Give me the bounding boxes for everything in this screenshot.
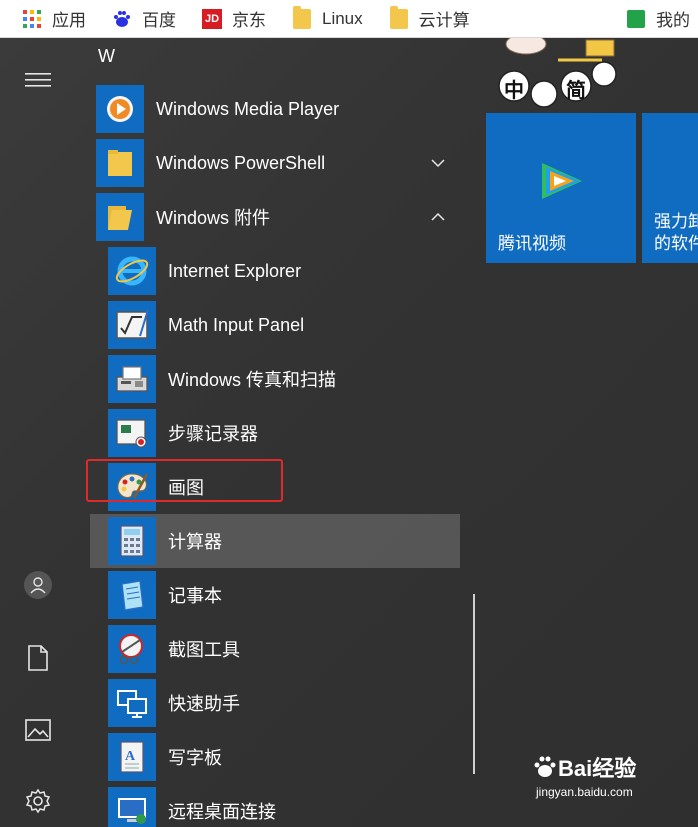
apps-grid-icon — [22, 9, 42, 29]
app-label: 截图工具 — [168, 640, 240, 660]
user-avatar-icon — [24, 571, 52, 599]
app-label: Internet Explorer — [168, 260, 302, 281]
app-label: Math Input Panel — [168, 314, 305, 335]
quick-assist-icon — [108, 679, 156, 727]
chevron-up-icon[interactable] — [428, 207, 448, 227]
app-steps-recorder[interactable]: 步骤记录器 — [90, 406, 460, 460]
app-label: 步骤记录器 — [168, 424, 258, 444]
app-windows-accessories[interactable]: Windows 附件 — [90, 190, 460, 244]
app-label: 快速助手 — [168, 694, 240, 714]
folder-icon — [293, 5, 311, 29]
steps-recorder-icon — [108, 409, 156, 457]
app-label: 记事本 — [168, 586, 222, 606]
start-rail — [0, 38, 76, 827]
hamburger-menu-button[interactable] — [18, 60, 58, 100]
chevron-down-icon[interactable] — [428, 153, 448, 173]
bookmark-baidu[interactable]: 百度 — [112, 0, 176, 38]
app-label: Windows 传真和扫描 — [168, 370, 337, 390]
app-label: Windows 附件 — [156, 208, 271, 228]
app-label: 远程桌面连接 — [168, 802, 276, 822]
bookmark-label: 云计算 — [418, 11, 470, 30]
bookmark-mine[interactable]: 我的 — [626, 0, 690, 38]
documents-button[interactable] — [18, 638, 58, 678]
app-windows-fax-scan[interactable]: Windows 传真和扫描 — [90, 352, 460, 406]
bookmarks-bar: 应用 百度 JD 京东 Linux 云计算 我的 — [0, 0, 698, 38]
bookmark-apps[interactable]: 应用 — [22, 0, 86, 38]
user-account-button[interactable] — [18, 565, 58, 605]
tile-label: 腾讯视频 — [498, 234, 566, 253]
watermark-url: jingyan.baidu.com — [536, 785, 633, 799]
app-label: 写字板 — [168, 748, 222, 768]
sticker-char: 中 — [504, 80, 524, 102]
bookmark-label: 应用 — [52, 11, 86, 30]
remote-desktop-icon — [108, 787, 156, 827]
tencent-video-icon — [542, 163, 582, 199]
app-calculator[interactable]: 计算器 — [90, 514, 460, 568]
app-quick-assist[interactable]: 快速助手 — [90, 676, 460, 730]
app-windows-powershell[interactable]: Windows PowerShell — [90, 136, 460, 190]
notepad-icon — [108, 571, 156, 619]
decorative-stickers: 中 简 — [498, 33, 628, 112]
bookmark-label: Linux — [322, 8, 363, 28]
app-internet-explorer[interactable]: Internet Explorer — [90, 244, 460, 298]
folder-icon — [389, 5, 408, 29]
app-math-input-panel[interactable]: Math Input Panel — [90, 298, 460, 352]
snipping-tool-icon — [108, 625, 156, 673]
watermark-brand: Bai经验 — [558, 756, 637, 781]
app-label: Windows PowerShell — [156, 152, 326, 173]
baidu-paw-icon — [112, 9, 132, 29]
bookmark-label: 京东 — [232, 11, 266, 30]
baidu-paw-icon — [534, 756, 556, 777]
tile-label: 强力卸 的软件 — [654, 212, 698, 253]
internet-explorer-icon — [108, 247, 156, 295]
app-notepad[interactable]: 记事本 — [90, 568, 460, 622]
sticker-char: 简 — [566, 80, 586, 102]
start-menu: W Windows Media Player Windows PowerShel… — [0, 33, 698, 827]
baidu-jingyan-watermark: Bai经验 jingyan.baidu.com — [532, 751, 662, 817]
svg-text:A: A — [125, 749, 136, 764]
document-icon — [28, 645, 48, 671]
gear-icon — [25, 788, 51, 814]
wordpad-icon: A — [108, 733, 156, 781]
app-snipping-tool[interactable]: 截图工具 — [90, 622, 460, 676]
bookmark-linux[interactable]: Linux — [292, 0, 363, 38]
folder-icon — [96, 139, 144, 187]
folder-open-icon — [96, 193, 144, 241]
app-wordpad[interactable]: A 写字板 — [90, 730, 460, 784]
highlight-box — [86, 459, 283, 502]
bookmark-jd[interactable]: JD 京东 — [202, 0, 266, 38]
tile-uninstaller[interactable]: 强力卸 的软件 — [642, 113, 698, 263]
bookmark-cloud[interactable]: 云计算 — [389, 0, 470, 38]
scrollbar[interactable] — [473, 594, 475, 774]
app-label: Windows Media Player — [156, 98, 340, 119]
app-windows-media-player[interactable]: Windows Media Player — [90, 82, 460, 136]
media-player-icon — [96, 85, 144, 133]
tile-tencent-video[interactable]: 腾讯视频 — [486, 113, 636, 263]
pictures-button[interactable] — [18, 710, 58, 750]
picture-icon — [25, 719, 51, 741]
math-input-icon — [108, 301, 156, 349]
section-letter[interactable]: W — [98, 46, 115, 67]
settings-button[interactable] — [18, 781, 58, 821]
bookmark-label: 百度 — [142, 11, 176, 30]
app-remote-desktop[interactable]: 远程桌面连接 — [90, 784, 460, 827]
green-bookmark-icon — [627, 9, 645, 28]
jd-logo-icon: JD — [202, 8, 222, 29]
hamburger-icon — [25, 73, 51, 87]
calculator-icon — [108, 517, 156, 565]
bookmark-label: 我的 — [656, 11, 690, 30]
app-label: 计算器 — [168, 532, 222, 552]
fax-scan-icon — [108, 355, 156, 403]
